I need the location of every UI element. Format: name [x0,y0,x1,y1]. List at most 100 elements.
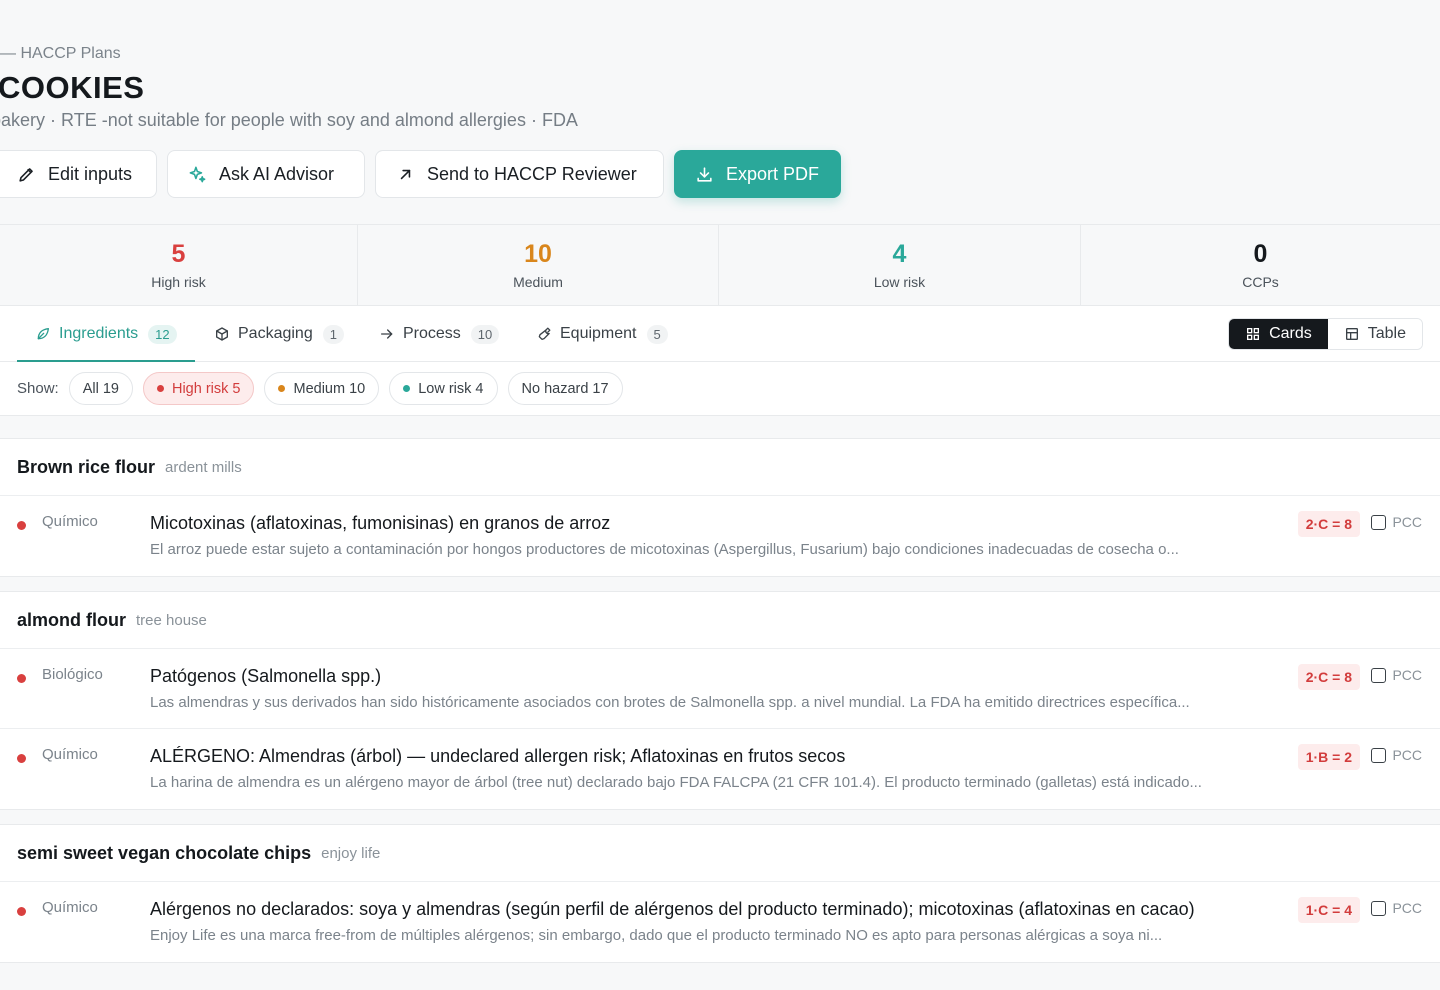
ingredient-group: semi sweet vegan chocolate chips enjoy l… [0,824,1440,963]
stat-label: Low risk [873,274,926,290]
risk-score-badge: 1·C = 4 [1297,897,1360,923]
pcc-label: PCC [1392,900,1422,916]
risk-dot [278,385,286,392]
filter-chip-no-hazard[interactable]: No hazard 17 [507,372,623,405]
hazard-title: Micotoxinas (aflatoxinas, fumonisinas) e… [150,513,611,533]
hazard-title: Alérgenos no declarados: soya y almendra… [150,899,1195,919]
chip-label: All 19 [82,380,119,397]
stat-ccps: 0 CCPs [1081,225,1440,305]
tab-label: Equipment [560,325,637,342]
stat-label: CCPs [1242,274,1279,290]
pcc-checkbox[interactable]: PCC [1371,514,1422,530]
pcc-label: PCC [1392,747,1422,763]
tab-equipment[interactable]: Equipment 5 [536,306,668,362]
pcc-label: PCC [1392,667,1422,683]
edit-inputs-label: Edit inputs [48,163,133,184]
risk-dot [17,907,26,916]
hazard-row[interactable]: Químico ALÉRGENO: Almendras (árbol) — un… [0,729,1440,809]
breadcrumb[interactable]: — HACCP Plans [0,45,121,63]
category-tabs: Ingredients 12 Packaging 1 Process 10 Eq… [0,306,1440,362]
send-to-reviewer-button[interactable]: Send to HACCP Reviewer [375,150,664,198]
hazard-description: La harina de almendra es un alérgeno may… [150,774,1202,791]
chip-label: No hazard 17 [521,380,609,397]
tab-packaging[interactable]: Packaging 1 [214,306,344,362]
risk-dot [17,674,26,683]
chip-label: Medium 10 [293,380,366,397]
ingredient-group: almond flour tree house Biológico Patóge… [0,591,1440,810]
hazard-row[interactable]: Químico Micotoxinas (aflatoxinas, fumoni… [0,496,1440,576]
export-pdf-button[interactable]: Export PDF [674,150,841,198]
package-icon [216,327,228,341]
wrench-icon [538,327,551,340]
pcc-checkbox[interactable]: PCC [1371,667,1422,683]
hazard-row[interactable]: Químico Alérgenos no declarados: soya y … [0,882,1440,962]
stat-medium: 10 Medium [358,225,719,305]
supplier-name: tree house [136,611,207,629]
risk-dot [156,385,164,392]
ingredient-group-header: semi sweet vegan chocolate chips enjoy l… [0,825,1440,882]
filter-chip-all[interactable]: All 19 [68,372,133,405]
risk-score-badge: 1·B = 2 [1297,744,1360,770]
risk-dot [17,754,26,763]
supplier-name: ardent mills [165,458,242,476]
stat-label: Medium [513,274,563,290]
stat-value: 0 [1253,240,1268,268]
risk-score-badge: 2·C = 8 [1297,664,1360,690]
leaf-icon [37,328,49,340]
view-toggle: Cards Table [1228,318,1423,350]
hazard-title: Patógenos (Salmonella spp.) [150,666,382,686]
hazard-type: Químico [42,899,98,916]
tab-label: Process [403,325,461,342]
send-to-reviewer-label: Send to HACCP Reviewer [427,163,637,184]
tab-count: 10 [470,324,500,344]
cards-view-button[interactable]: Cards [1229,319,1328,349]
stat-low-risk: 4 Low risk [719,225,1081,305]
table-view-button[interactable]: Table [1327,319,1422,349]
checkbox-box[interactable] [1371,667,1387,683]
hazard-description: Las almendras y sus derivados han sido h… [150,694,1190,711]
ingredient-group: Brown rice flour ardent mills Químico Mi… [0,438,1440,577]
stat-value: 10 [524,240,552,268]
stat-value: 4 [892,240,907,268]
filter-chip-medium[interactable]: Medium 10 [264,372,380,405]
hazard-row[interactable]: Biológico Patógenos (Salmonella spp.) La… [0,649,1440,729]
ingredient-name: Brown rice flour [17,456,156,477]
download-icon [697,166,712,182]
risk-dot [17,521,26,530]
filter-chip-high-risk[interactable]: High risk 5 [142,372,255,405]
edit-inputs-button[interactable]: Edit inputs [0,150,157,198]
ingredient-group-header: almond flour tree house [0,592,1440,649]
stat-label: High risk [151,274,206,290]
hazard-type: Químico [42,746,98,763]
supplier-name: enjoy life [321,844,381,862]
chip-label: Low risk 4 [418,380,484,397]
grid-icon [1247,328,1260,340]
tab-count: 1 [322,324,344,344]
tab-count: 12 [148,324,177,344]
checkbox-box[interactable] [1371,747,1387,763]
stat-value: 5 [171,240,186,268]
sparkles-icon [189,166,206,182]
risk-summary: 5 High risk 10 Medium 4 Low risk 0 CCPs [0,224,1440,306]
filter-chip-low-risk[interactable]: Low risk 4 [389,372,498,405]
show-label: Show: [17,380,59,397]
tab-process[interactable]: Process 10 [379,306,500,362]
ask-ai-advisor-button[interactable]: Ask AI Advisor [167,150,365,198]
risk-dot [403,385,411,392]
ingredient-group-header: Brown rice flour ardent mills [0,439,1440,496]
checkbox-box[interactable] [1371,900,1387,916]
pcc-checkbox[interactable]: PCC [1371,900,1422,916]
hazard-description: Enjoy Life es una marca free-from de múl… [150,927,1163,944]
checkbox-box[interactable] [1371,514,1387,530]
pcc-checkbox[interactable]: PCC [1371,747,1422,763]
chip-label: High risk 5 [171,380,241,397]
tab-ingredients[interactable]: Ingredients 12 [17,306,195,362]
arrow-up-right-icon [400,169,411,179]
cards-view-label: Cards [1269,325,1312,342]
tab-count: 5 [646,324,668,344]
tab-label: Ingredients [59,325,139,342]
pencil-icon [19,167,33,182]
hazard-description: El arroz puede estar sujeto a contaminac… [150,541,1179,558]
arrow-right-icon [381,329,393,339]
stat-high-risk: 5 High risk [0,225,358,305]
